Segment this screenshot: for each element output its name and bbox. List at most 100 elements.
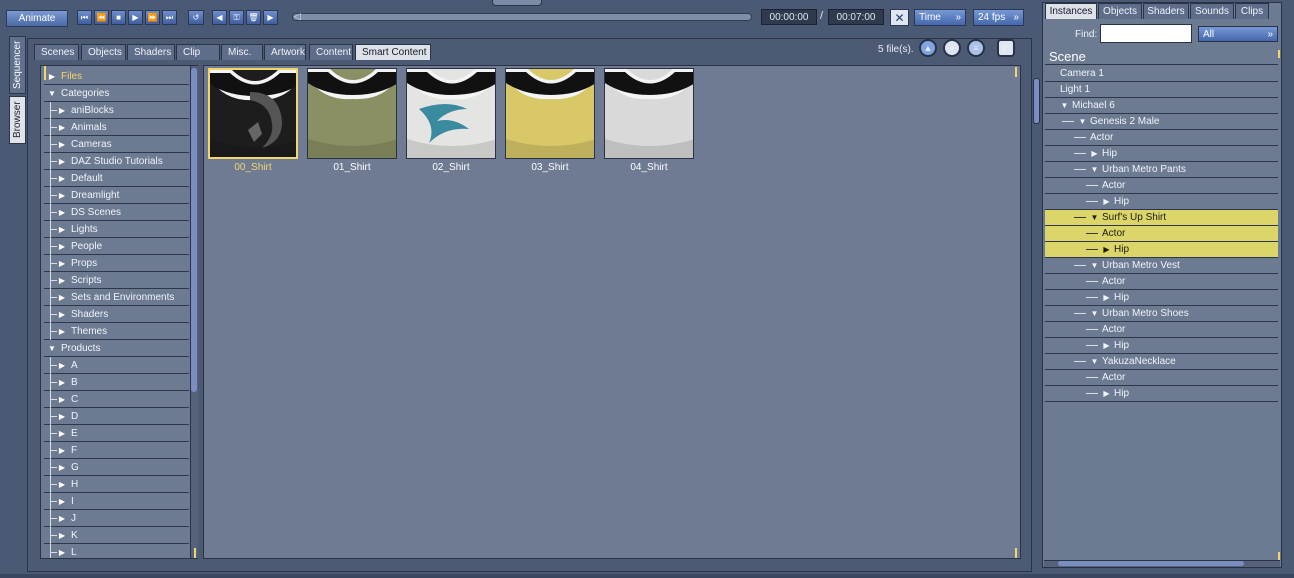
tab-sounds[interactable]: Sounds [1190,3,1234,19]
expand-arrow-icon[interactable]: ▶ [57,259,67,268]
tree-item[interactable]: ▶ A [44,357,189,374]
list-view-button[interactable]: ≡ [967,39,985,57]
scene-panel-scroll-thumb[interactable] [1058,561,1244,566]
timeline-scrubber[interactable] [292,13,752,21]
tree-item[interactable]: ▶ DAZ Studio Tutorials [44,153,189,170]
tree-item[interactable]: ▶ H [44,476,189,493]
loop-toggle-button[interactable]: ↺ [188,10,204,25]
shirt-thumbnail[interactable] [604,68,694,159]
tab-browser[interactable]: Browser [9,96,26,144]
instance-row[interactable]: ▼ YakuzaNecklace [1045,354,1278,370]
expand-arrow-icon[interactable]: ▶ [57,514,67,523]
tree-item[interactable]: ▶ Dreamlight [44,187,189,204]
range-toggle-button[interactable]: ✕ [890,9,909,26]
collapse-arrow-icon[interactable]: ▼ [1078,117,1087,126]
instance-row[interactable]: Actor [1045,130,1278,146]
expand-arrow-icon[interactable]: ▶ [57,276,67,285]
instance-row[interactable]: ▶ Hip [1045,386,1278,402]
next-key-button[interactable]: ▶ [263,10,278,25]
tree-item[interactable]: ▶ D [44,408,189,425]
expand-arrow-icon[interactable]: ▶ [57,327,67,336]
go-to-start-button[interactable]: ⏮ [77,10,92,25]
filter-select[interactable]: All » [1198,26,1278,42]
tab-objects[interactable]: Objects [1098,3,1142,19]
expand-arrow-icon[interactable]: ▶ [47,72,57,81]
expand-arrow-icon[interactable]: ▶ [57,242,67,251]
expand-arrow-icon[interactable]: ▶ [1102,341,1111,350]
collapse-arrow-icon[interactable]: ▼ [1090,213,1099,222]
tree-group[interactable]: ▶ Files [44,68,189,85]
up-folder-button[interactable]: ▲ [919,39,937,57]
shirt-thumbnail[interactable] [307,68,397,159]
stop-button[interactable]: ■ [111,10,126,25]
panel-collapse-handle[interactable] [492,0,542,6]
expand-arrow-icon[interactable]: ▶ [57,480,67,489]
expand-arrow-icon[interactable]: ▶ [1102,389,1111,398]
tree-group[interactable]: ▼ Products [44,340,189,357]
instance-row[interactable]: ▶ Hip [1045,338,1278,354]
tab-smart-content[interactable]: Smart Content [355,44,431,60]
tab-shaders[interactable]: Shaders [127,44,175,60]
animate-button[interactable]: Animate [6,10,68,27]
expand-arrow-icon[interactable]: ▶ [57,106,67,115]
tree-item[interactable]: ▶ Cameras [44,136,189,153]
instance-row[interactable]: ▼ Urban Metro Vest [1045,258,1278,274]
instance-row[interactable]: ▶ Hip [1045,146,1278,162]
expand-arrow-icon[interactable]: ▶ [57,174,67,183]
collapse-arrow-icon[interactable]: ▼ [1060,101,1069,110]
shirt-thumbnail[interactable] [208,68,298,159]
previous-key-button[interactable]: ◀ [212,10,227,25]
instance-row[interactable]: Actor [1045,274,1278,290]
expand-arrow-icon[interactable]: ▶ [57,412,67,421]
expand-arrow-icon[interactable]: ▶ [1102,197,1111,206]
tree-item[interactable]: ▶ B [44,374,189,391]
collapse-arrow-icon[interactable]: ▼ [1090,165,1099,174]
add-key-button[interactable]: ⚿ [229,10,244,25]
expand-arrow-icon[interactable]: ▶ [1102,293,1111,302]
total-time-field[interactable]: 00:07:00 [828,9,884,25]
find-input[interactable] [1100,24,1192,43]
tree-item[interactable]: ▶ F [44,442,189,459]
play-button[interactable]: ▶ [128,10,143,25]
time-mode-select[interactable]: Time » [914,9,966,26]
tab-artwork[interactable]: Artwork [264,44,306,60]
expand-arrow-icon[interactable]: ▶ [57,140,67,149]
expand-arrow-icon[interactable]: ▶ [57,225,67,234]
tab-clip[interactable]: Clip [176,44,220,60]
tree-item[interactable]: ▶ Default [44,170,189,187]
expand-arrow-icon[interactable]: ▶ [57,191,67,200]
tree-item[interactable]: ▶ L [44,544,189,558]
collapse-arrow-icon[interactable]: ▼ [1090,357,1099,366]
instance-row[interactable]: ▼ Urban Metro Shoes [1045,306,1278,322]
collapse-arrow-icon[interactable]: ▼ [47,89,57,98]
instance-row[interactable]: ▼ Urban Metro Pants [1045,162,1278,178]
tree-item[interactable]: ▶ Sets and Environments [44,289,189,306]
instance-row[interactable]: ▶ Hip [1045,194,1278,210]
expand-arrow-icon[interactable]: ▶ [1102,245,1111,254]
tree-item[interactable]: ▶ Shaders [44,306,189,323]
tree-item[interactable]: ▶ Themes [44,323,189,340]
tree-item[interactable]: ▶ People [44,238,189,255]
tab-scenes[interactable]: Scenes [34,44,79,60]
tree-group[interactable]: ▼ Categories [44,85,189,102]
expand-arrow-icon[interactable]: ▶ [57,463,67,472]
delete-key-button[interactable]: 🗑 [246,10,261,25]
expand-arrow-icon[interactable]: ▶ [1090,149,1099,158]
step-back-button[interactable]: ⏪ [94,10,109,25]
expand-arrow-icon[interactable]: ▶ [57,293,67,302]
shirt-thumbnail[interactable] [406,68,496,159]
expand-arrow-icon[interactable]: ▶ [57,531,67,540]
tab-instances[interactable]: Instances [1045,3,1097,19]
instance-row[interactable]: Camera 1 [1045,66,1278,82]
tree-scroll-thumb[interactable] [191,68,197,392]
expand-arrow-icon[interactable]: ▶ [57,208,67,217]
expand-arrow-icon[interactable]: ▶ [57,123,67,132]
timeline-thumb[interactable]: ◁ [294,11,302,22]
tree-item[interactable]: ▶ Scripts [44,272,189,289]
expand-arrow-icon[interactable]: ▶ [57,446,67,455]
instance-row[interactable]: ▼ Surf's Up Shirt [1045,210,1278,226]
instance-row[interactable]: Actor [1045,178,1278,194]
tab-shaders[interactable]: Shaders [1143,3,1189,19]
step-forward-button[interactable]: ⏩ [145,10,160,25]
tree-item[interactable]: ▶ E [44,425,189,442]
